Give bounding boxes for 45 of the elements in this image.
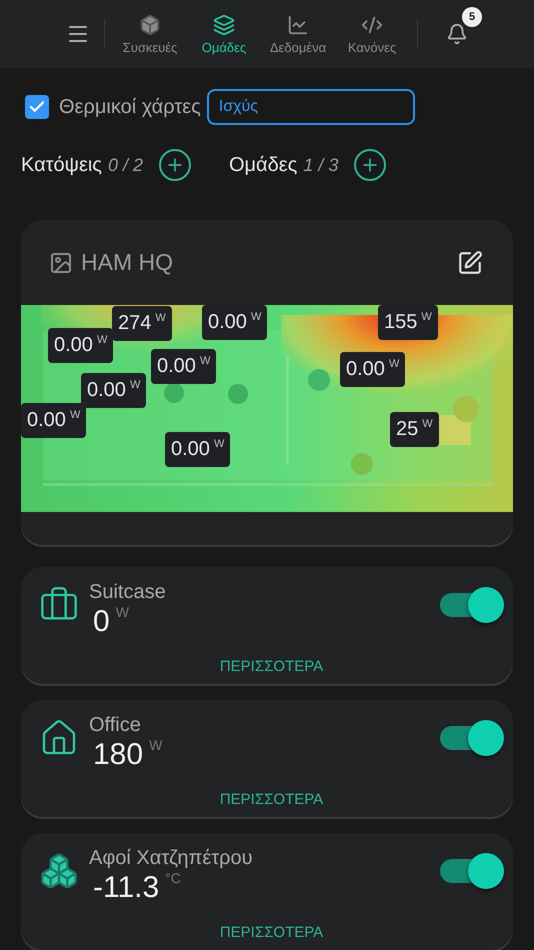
counter-value: 0 / 2 xyxy=(108,154,143,176)
input-field[interactable]: Ισχύς xyxy=(206,89,415,125)
image-icon xyxy=(49,250,73,274)
group-name: Office xyxy=(89,714,142,737)
more-link[interactable]: ΠΕΡΙΣΣΟΤΕΡΑ xyxy=(214,657,330,676)
line-chart-icon xyxy=(287,14,309,36)
counter-value: 1 / 3 xyxy=(303,154,338,176)
add-button[interactable] xyxy=(158,149,191,181)
sensor-reading: 0.00 $^{W}$ xyxy=(165,432,230,467)
group-reading: -11.3 $^{°C}$ xyxy=(92,870,182,905)
add-button[interactable] xyxy=(354,149,386,181)
group-name: Suitcase xyxy=(89,581,166,604)
more-link[interactable]: ΠΕΡΙΣΣΟΤΕΡΑ xyxy=(214,790,330,809)
more-link[interactable]: ΠΕΡΙΣΣΟΤΕΡΑ xyxy=(214,923,330,942)
checkbox-label: Θερμικοί χάρτες xyxy=(59,96,201,118)
sensor-reading: 0.00 $^{W}$ xyxy=(21,403,86,438)
nav-tab[interactable]: Κανόνες xyxy=(335,14,409,54)
sensor-reading: 155 $^{W}$ xyxy=(378,305,438,340)
counter-label: Ομάδες xyxy=(228,154,298,176)
sensor-reading: 0.00 $^{W}$ xyxy=(48,328,114,363)
sensor-reading: 0.00 $^{W}$ xyxy=(340,352,406,387)
checkbox[interactable] xyxy=(25,95,49,119)
sensor-reading: 274 $^{W}$ xyxy=(112,306,172,341)
nav-tab[interactable]: Συσκευές xyxy=(113,14,187,54)
nav-tab[interactable]: Ομάδες xyxy=(187,14,261,54)
bell-icon xyxy=(446,23,468,45)
sensor-reading: 0.00 $^{W}$ xyxy=(81,373,146,408)
notification-badge: 5 xyxy=(462,7,482,27)
cubes-icon xyxy=(39,851,79,891)
toggle-switch[interactable] xyxy=(438,720,504,756)
toggle-switch[interactable] xyxy=(438,853,504,889)
sensor-reading: 0.00 $^{W}$ xyxy=(151,349,216,384)
sensor-reading: 0.00 $^{W}$ xyxy=(202,305,268,340)
edit-icon xyxy=(457,250,483,276)
cube-icon xyxy=(139,14,161,36)
layers-icon xyxy=(213,14,235,36)
group-name: Αφοί Χατζηπέτρου xyxy=(89,847,253,870)
sensor-reading: 25 $^{W}$ xyxy=(390,412,439,447)
floorplan-title: HAM HQ xyxy=(81,249,173,276)
toggle-switch[interactable] xyxy=(438,587,504,623)
group-reading: 0 $^{W}$ xyxy=(92,604,130,639)
counter-label: Κατόψεις xyxy=(21,154,102,176)
code-icon xyxy=(361,14,383,36)
group-reading: 180 $^{W}$ xyxy=(92,737,162,772)
nav-tab[interactable]: Δεδομένα xyxy=(261,14,335,54)
